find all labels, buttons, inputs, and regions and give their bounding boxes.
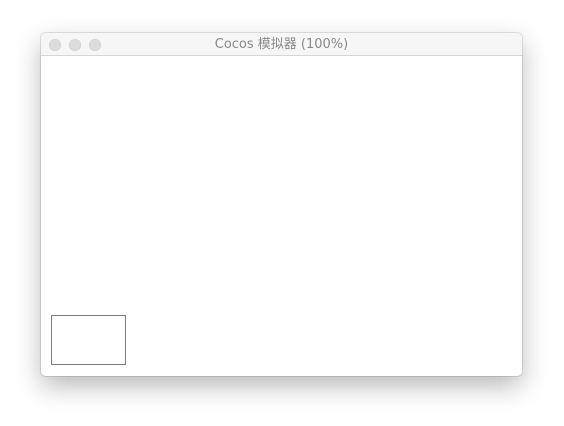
window-title: Cocos 模拟器 (100%) bbox=[214, 37, 349, 52]
game-canvas[interactable] bbox=[41, 56, 522, 376]
simulator-window: Cocos 模拟器 (100%) bbox=[41, 33, 522, 376]
rectangle-outline bbox=[51, 315, 126, 365]
window-titlebar[interactable]: Cocos 模拟器 (100%) bbox=[41, 33, 522, 56]
